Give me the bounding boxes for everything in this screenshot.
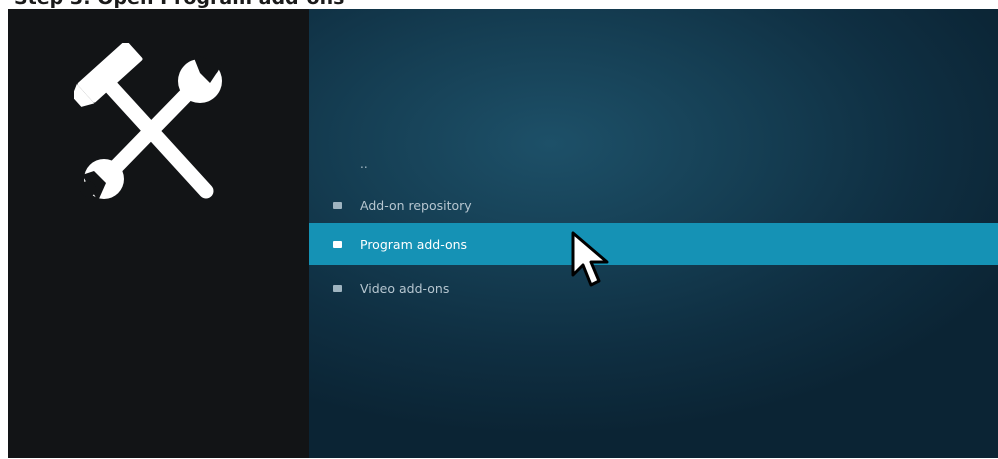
folder-icon <box>333 201 342 209</box>
list-item-parent-directory[interactable]: .. <box>309 143 998 185</box>
list-item-label: Add-on repository <box>360 197 472 213</box>
folder-icon <box>333 284 342 292</box>
list-item-program-add-ons[interactable]: Program add-ons <box>309 223 998 265</box>
mouse-pointer-icon <box>571 231 609 287</box>
list-item-video-add-ons[interactable]: Video add-ons <box>309 267 998 309</box>
sidebar-panel <box>8 9 309 458</box>
kodi-window: .. Add-on repository Program add-ons Vid… <box>8 9 998 458</box>
list-item-label: Program add-ons <box>360 236 468 252</box>
list-item-label: Video add-ons <box>360 280 450 296</box>
main-panel: .. Add-on repository Program add-ons Vid… <box>309 9 998 458</box>
tools-icon <box>74 43 222 201</box>
folder-icon <box>333 240 342 248</box>
cropped-caption-strip: Step 3: Open Program add-ons <box>0 0 998 9</box>
list-item-add-on-repository[interactable]: Add-on repository <box>309 184 998 226</box>
addon-browser-list: .. Add-on repository Program add-ons Vid… <box>309 9 998 458</box>
parent-directory-label: .. <box>360 157 368 171</box>
cropped-caption: Step 3: Open Program add-ons <box>14 0 344 9</box>
